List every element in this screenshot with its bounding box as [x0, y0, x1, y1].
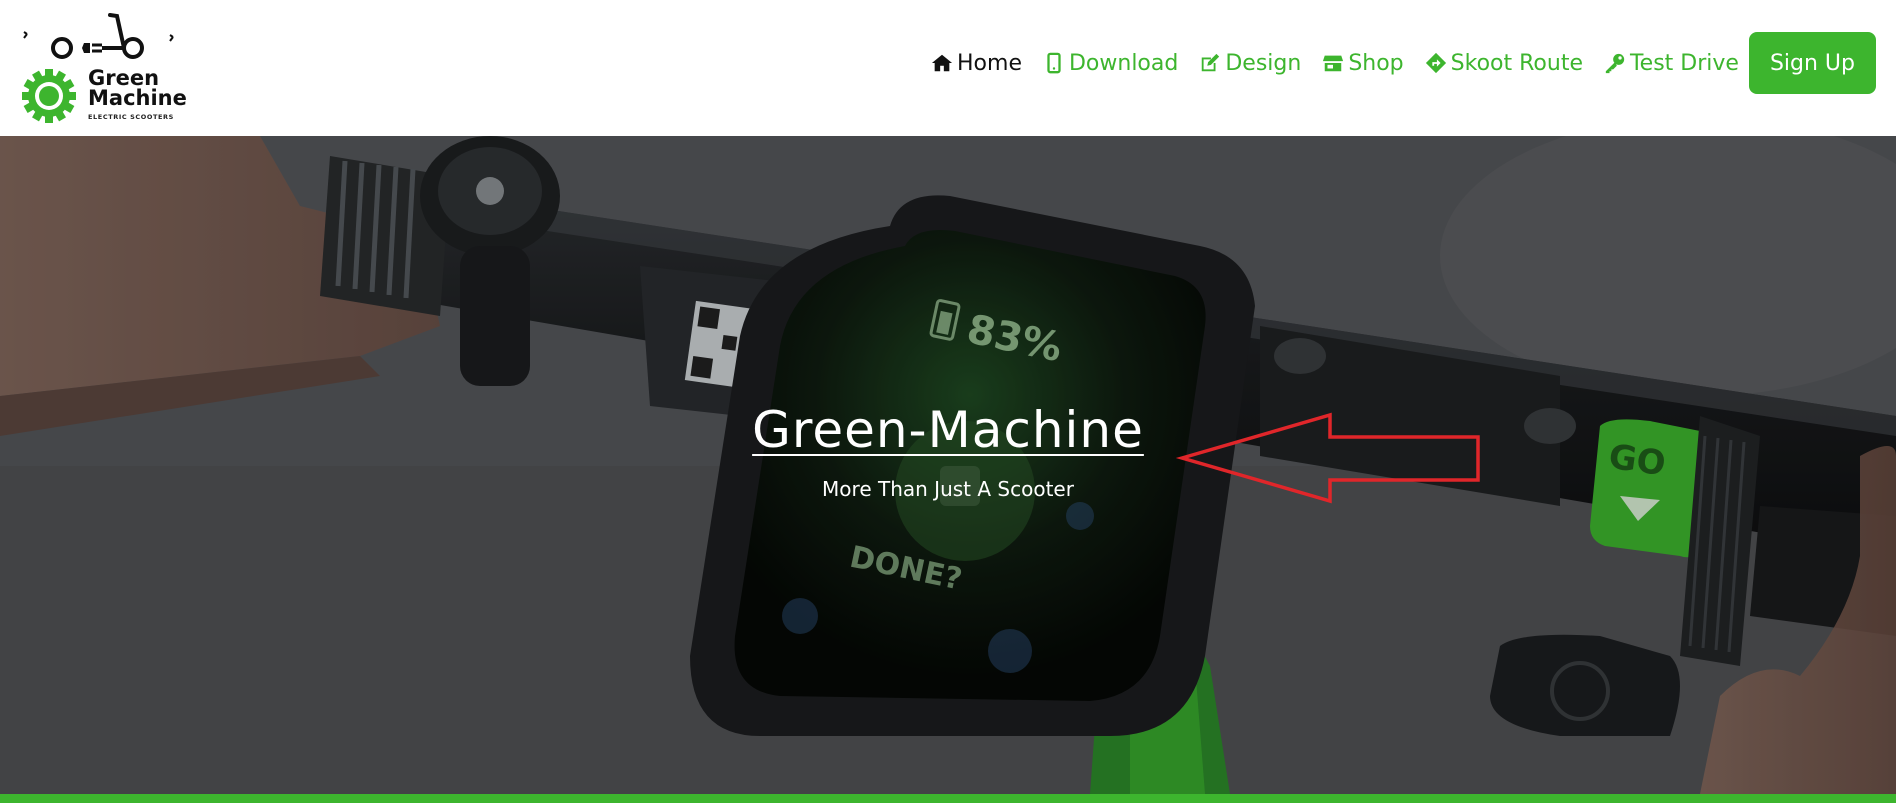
site-header: Green Machine ELECTRIC SCOOTERS Home Dow…: [0, 0, 1896, 136]
nav-shop-label: Shop: [1348, 50, 1404, 76]
nav-skoot-route[interactable]: Skoot Route: [1425, 51, 1583, 76]
nav-design[interactable]: Design: [1199, 51, 1301, 76]
nav-shop[interactable]: Shop: [1322, 50, 1404, 76]
accent-divider: [0, 794, 1896, 803]
hero-title[interactable]: Green-Machine: [0, 401, 1896, 459]
edit-icon: [1199, 52, 1221, 74]
brand-name-line2: Machine: [88, 86, 187, 110]
hero-subtitle: More Than Just A Scooter: [822, 477, 1074, 501]
mobile-phone-icon: [1043, 52, 1065, 74]
gear-icon: [22, 69, 76, 123]
store-icon: [1322, 52, 1344, 74]
nav-skoot-route-label: Skoot Route: [1450, 50, 1583, 76]
nav-test-drive-label: Test Drive: [1629, 50, 1739, 76]
nav-test-drive[interactable]: Test Drive: [1604, 51, 1739, 76]
sign-up-button[interactable]: Sign Up: [1748, 32, 1876, 94]
brand-tagline: ELECTRIC SCOOTERS: [88, 113, 174, 121]
key-icon: [1604, 52, 1626, 74]
brand-name: Green Machine: [88, 68, 187, 110]
home-icon: [931, 52, 953, 74]
nav-home-label: Home: [957, 50, 1022, 76]
brand-logo[interactable]: Green Machine ELECTRIC SCOOTERS: [20, 8, 190, 126]
arrow-left-icon: [1175, 412, 1480, 504]
main-nav: Home Download Design Shop Skoot Route Te…: [910, 32, 1876, 94]
nav-home[interactable]: Home: [931, 51, 1022, 76]
hero-title-text[interactable]: Green-Machine: [752, 401, 1144, 459]
nav-design-label: Design: [1225, 50, 1302, 76]
scooter-icon: [23, 13, 174, 59]
nav-download[interactable]: Download: [1043, 51, 1178, 76]
directions-icon: [1425, 52, 1447, 74]
hero-banner: 83% DONE? GO Green-Machine More Than Jus…: [0, 136, 1896, 794]
nav-download-label: Download: [1068, 50, 1179, 76]
